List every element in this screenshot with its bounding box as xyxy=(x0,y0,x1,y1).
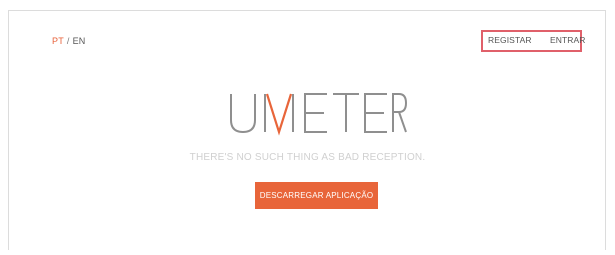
download-app-button[interactable]: DESCARREGAR APLICAÇÃO xyxy=(255,182,378,209)
lang-en[interactable]: EN xyxy=(73,36,86,46)
register-link[interactable]: REGISTAR xyxy=(488,35,532,45)
language-switcher: PT / EN xyxy=(52,36,86,46)
lang-pt[interactable]: PT xyxy=(52,36,64,46)
login-link[interactable]: ENTRAR xyxy=(550,35,586,45)
logo-wordmark xyxy=(230,93,408,136)
tagline: THERE'S NO SUCH THING AS BAD RECEPTION. xyxy=(189,152,426,163)
umeter-logo xyxy=(227,86,408,138)
lang-separator: / xyxy=(66,36,70,46)
